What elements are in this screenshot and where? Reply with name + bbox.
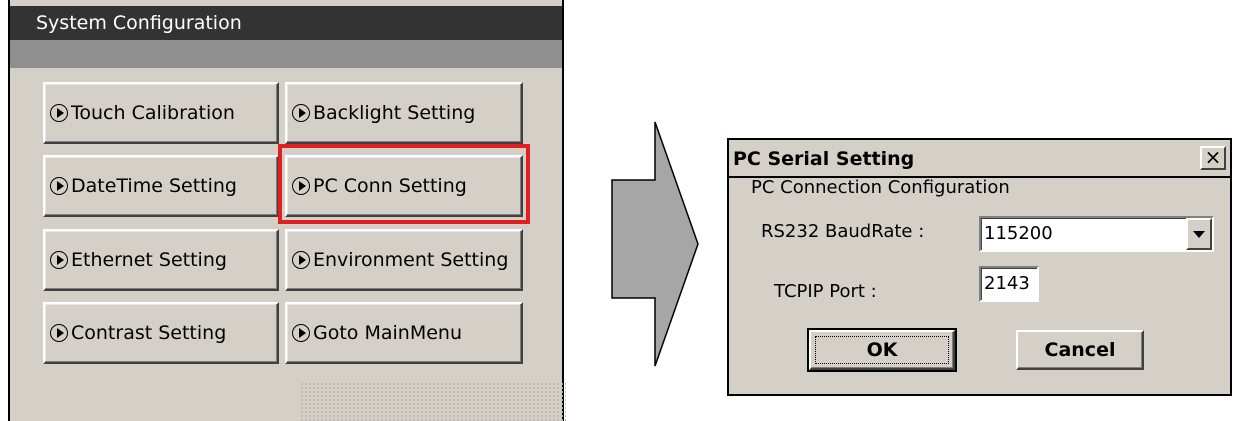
play-circle-icon (292, 324, 310, 342)
backlight-setting-button[interactable]: Backlight Setting (285, 82, 523, 144)
title-band (10, 40, 562, 68)
button-label: Goto MainMenu (313, 322, 462, 344)
play-circle-icon (50, 251, 68, 269)
close-button[interactable]: × (1200, 146, 1226, 170)
section-heading: PC Connection Configuration (751, 177, 1010, 198)
tcpip-port-label: TCPIP Port : (774, 281, 877, 302)
selection-highlight (278, 144, 530, 224)
button-label: Touch Calibration (71, 102, 235, 124)
system-configuration-panel: System Configuration Touch Calibration B… (8, 0, 566, 421)
play-circle-icon (292, 104, 310, 122)
button-label: DateTime Setting (71, 175, 237, 197)
touch-calibration-button[interactable]: Touch Calibration (43, 82, 279, 144)
pc-serial-setting-dialog: PC Serial Setting × PC Connection Config… (727, 138, 1232, 396)
focus-rect (815, 336, 949, 364)
panel-title: System Configuration (10, 6, 562, 40)
environment-setting-button[interactable]: Environment Setting (285, 229, 523, 291)
ethernet-setting-button[interactable]: Ethernet Setting (43, 229, 279, 291)
cancel-label: Cancel (1044, 339, 1116, 361)
tcpip-port-input[interactable]: 2143 (979, 266, 1039, 302)
play-circle-icon (50, 324, 68, 342)
ok-button[interactable]: OK (807, 328, 957, 372)
button-label: Contrast Setting (71, 322, 227, 344)
button-label: Environment Setting (313, 249, 509, 271)
contrast-setting-button[interactable]: Contrast Setting (43, 302, 279, 364)
right-arrow-icon (611, 121, 699, 367)
button-label: Ethernet Setting (71, 249, 227, 271)
datetime-setting-button[interactable]: DateTime Setting (43, 155, 279, 217)
cancel-button[interactable]: Cancel (1016, 330, 1144, 370)
baudrate-value: 115200 (984, 223, 1053, 244)
button-label: Backlight Setting (313, 102, 476, 124)
baudrate-select[interactable]: 115200 (979, 216, 1214, 252)
goto-mainmenu-button[interactable]: Goto MainMenu (285, 302, 523, 364)
play-circle-icon (50, 104, 68, 122)
play-circle-icon (292, 251, 310, 269)
dotted-pattern (300, 382, 566, 421)
play-circle-icon (50, 177, 68, 195)
chevron-down-icon[interactable] (1186, 218, 1212, 250)
baudrate-label: RS232 BaudRate : (761, 221, 925, 242)
